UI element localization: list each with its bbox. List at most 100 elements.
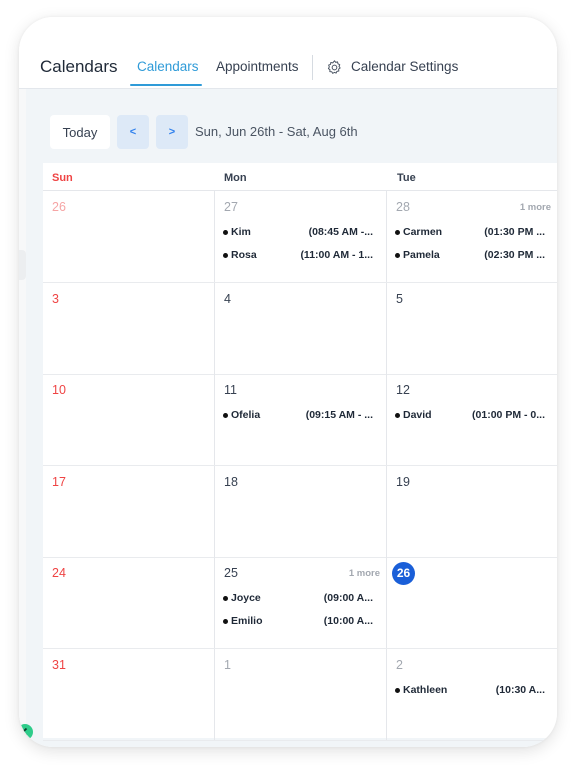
day-cell[interactable]: 5 bbox=[387, 283, 557, 374]
event-time: (01:30 PM ... bbox=[484, 226, 545, 238]
day-cell[interactable]: 12 David (01:00 PM - 0... bbox=[387, 374, 557, 465]
event-dot-icon bbox=[223, 619, 228, 624]
day-cell[interactable]: 31 bbox=[43, 648, 215, 740]
day-cell[interactable]: 11 Ofelia (09:15 AM - ... bbox=[215, 374, 387, 465]
day-number: 4 bbox=[224, 291, 231, 306]
event-name: Kim bbox=[231, 226, 251, 238]
day-number: 5 bbox=[396, 291, 403, 306]
chevron-left-icon bbox=[21, 727, 28, 737]
today-date-badge: 26 bbox=[392, 562, 415, 585]
day-cell[interactable]: 3 bbox=[43, 282, 215, 374]
event-time: (08:45 AM -... bbox=[308, 226, 373, 238]
event-item[interactable]: Kathleen (10:30 A... bbox=[395, 684, 551, 698]
event-item[interactable]: Kim (08:45 AM -... bbox=[223, 226, 379, 240]
tab-appointments[interactable]: Appointments bbox=[216, 59, 299, 75]
event-name: Ofelia bbox=[231, 409, 261, 421]
day-number: 3 bbox=[52, 291, 59, 306]
day-cell[interactable]: 10 bbox=[43, 374, 215, 465]
day-number: 24 bbox=[52, 566, 66, 580]
day-cell[interactable]: 26 bbox=[387, 557, 557, 648]
active-tab-indicator bbox=[130, 84, 202, 86]
day-number: 12 bbox=[396, 383, 410, 397]
day-cell[interactable]: 25 1 more Joyce (09:00 A... Emilio (10:00 A..… bbox=[215, 557, 387, 648]
event-time: (02:30 PM ... bbox=[484, 249, 545, 261]
day-cell[interactable]: 19 bbox=[387, 466, 557, 557]
date-range-label: Sun, Jun 26th - Sat, Aug 6th bbox=[195, 124, 358, 139]
event-time: (10:30 A... bbox=[495, 683, 545, 696]
day-number: 10 bbox=[52, 383, 66, 397]
top-bar: Calendars Calendars Appointments Calenda… bbox=[19, 17, 557, 89]
event-name: Rosa bbox=[231, 249, 257, 261]
week-row: 31 1 2 Kathleen (10:30 A... bbox=[43, 648, 557, 741]
day-number: 11 bbox=[224, 383, 237, 397]
day-number: 19 bbox=[396, 474, 410, 489]
day-cell[interactable]: 4 bbox=[215, 282, 387, 374]
day-cell[interactable]: 17 bbox=[43, 465, 215, 557]
event-dot-icon bbox=[395, 413, 400, 418]
more-events-link[interactable]: 1 more bbox=[349, 568, 380, 579]
day-number: 31 bbox=[52, 657, 66, 672]
day-number: 18 bbox=[224, 474, 238, 489]
day-number: 28 bbox=[396, 200, 410, 214]
event-name: Joyce bbox=[231, 592, 261, 604]
sidebar-resize-handle[interactable] bbox=[19, 250, 26, 280]
next-button[interactable]: > bbox=[156, 115, 188, 149]
day-cell[interactable]: 26 bbox=[43, 191, 215, 282]
event-item[interactable]: Emilio (10:00 A... bbox=[223, 615, 379, 629]
event-dot-icon bbox=[223, 413, 228, 418]
day-number: 27 bbox=[224, 200, 238, 214]
day-cell[interactable]: 18 bbox=[215, 465, 387, 557]
day-cell[interactable]: 1 bbox=[215, 648, 387, 740]
event-dot-icon bbox=[223, 253, 228, 258]
event-dot-icon bbox=[395, 253, 400, 258]
gear-icon[interactable] bbox=[326, 59, 343, 76]
event-dot-icon bbox=[223, 230, 228, 235]
event-name: Pamela bbox=[403, 249, 440, 261]
dow-mon: Mon bbox=[224, 172, 247, 184]
day-cell[interactable]: 2 Kathleen (10:30 A... bbox=[387, 649, 557, 740]
day-number: 1 bbox=[224, 657, 231, 672]
day-number: 17 bbox=[52, 474, 66, 489]
event-time: (01:00 PM - 0... bbox=[472, 409, 545, 421]
day-cell[interactable]: 28 1 more Carmen (01:30 PM ... Pamela (02:30 … bbox=[387, 191, 557, 282]
event-dot-icon bbox=[395, 230, 400, 235]
day-cell[interactable]: 24 bbox=[43, 557, 215, 648]
day-number: 26 bbox=[52, 200, 66, 214]
event-item[interactable]: David (01:00 PM - 0... bbox=[395, 409, 551, 423]
event-time: (09:00 A... bbox=[323, 592, 373, 604]
sidebar-strip bbox=[19, 89, 26, 747]
page-title: Calendars bbox=[40, 57, 118, 76]
app-window: Calendars Calendars Appointments Calenda… bbox=[19, 17, 557, 747]
event-item[interactable]: Pamela (02:30 PM ... bbox=[395, 249, 551, 263]
today-button[interactable]: Today bbox=[50, 115, 110, 149]
week-row: 26 27 Kim (08:45 AM -... Rosa (11:00 AM - 1..… bbox=[43, 191, 557, 283]
event-name: David bbox=[403, 409, 432, 421]
week-row: 3 4 5 bbox=[43, 282, 557, 375]
calendar-grid: Sun Mon Tue 26 27 Kim (08:45 AM -... Rosa (11… bbox=[43, 163, 557, 741]
calendar-settings-link[interactable]: Calendar Settings bbox=[351, 59, 458, 75]
week-row: 10 11 Ofelia (09:15 AM - ... 12 David (01:00 P… bbox=[43, 374, 557, 466]
prev-button[interactable]: < bbox=[117, 115, 149, 149]
event-name: Emilio bbox=[231, 615, 263, 627]
event-time: (10:00 A... bbox=[323, 615, 373, 627]
dow-sun: Sun bbox=[52, 172, 73, 184]
event-item[interactable]: Joyce (09:00 A... bbox=[223, 592, 379, 606]
week-row: 17 18 19 bbox=[43, 465, 557, 558]
event-time: (09:15 AM - ... bbox=[305, 409, 373, 421]
day-number: 2 bbox=[396, 657, 403, 672]
day-of-week-header: Sun Mon Tue bbox=[43, 163, 557, 191]
tab-divider bbox=[312, 55, 313, 80]
dow-tue: Tue bbox=[397, 172, 416, 184]
event-time: (11:00 AM - 1... bbox=[300, 249, 373, 261]
event-item[interactable]: Rosa (11:00 AM - 1... bbox=[223, 249, 379, 263]
event-name: Kathleen bbox=[403, 683, 448, 696]
event-item[interactable]: Carmen (01:30 PM ... bbox=[395, 226, 551, 240]
event-dot-icon bbox=[395, 687, 400, 693]
more-events-link[interactable]: 1 more bbox=[520, 202, 551, 213]
event-dot-icon bbox=[223, 596, 228, 601]
event-name: Carmen bbox=[403, 226, 443, 238]
day-cell[interactable]: 27 Kim (08:45 AM -... Rosa (11:00 AM - 1... bbox=[215, 191, 387, 282]
tab-calendars[interactable]: Calendars bbox=[137, 59, 199, 75]
event-item[interactable]: Ofelia (09:15 AM - ... bbox=[223, 409, 379, 423]
week-row: 24 25 1 more Joyce (09:00 A... Emilio (10:00 A… bbox=[43, 557, 557, 649]
